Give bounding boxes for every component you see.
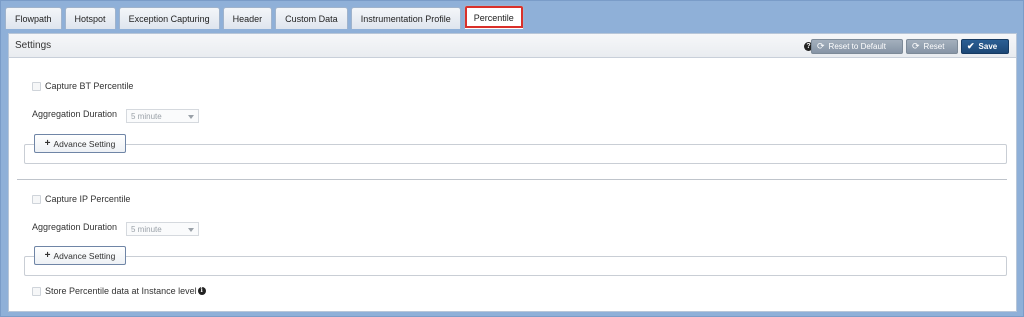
- check-icon: ✔: [967, 41, 975, 51]
- bt-aggregation-select[interactable]: 5 minute: [126, 109, 199, 123]
- bt-advance-setting-button[interactable]: + Advance Setting: [34, 134, 126, 153]
- app-frame: Flowpath Hotspot Exception Capturing Hea…: [0, 0, 1024, 317]
- bt-advance-label: Advance Setting: [53, 138, 116, 149]
- tab-percentile[interactable]: Percentile: [463, 5, 524, 29]
- ip-aggregation-label: Aggregation Duration: [32, 222, 118, 232]
- save-button[interactable]: ✔ Save: [961, 39, 1009, 54]
- tab-header[interactable]: Header: [222, 7, 273, 29]
- refresh-icon: ⟳: [817, 41, 825, 51]
- capture-ip-label: Capture IP Percentile: [45, 194, 131, 204]
- bt-aggregation-label: Aggregation Duration: [32, 109, 118, 119]
- capture-ip-checkbox[interactable]: [32, 194, 41, 204]
- save-label: Save: [978, 42, 998, 51]
- capture-bt-checkbox[interactable]: [32, 81, 41, 91]
- reset-button[interactable]: ⟳ Reset: [906, 39, 958, 54]
- panel-title: Settings: [15, 40, 52, 51]
- instance-level-checkbox[interactable]: [32, 286, 41, 296]
- instance-level-label: Store Percentile data at Instance level: [45, 286, 197, 296]
- tab-flowpath[interactable]: Flowpath: [5, 7, 62, 29]
- capture-ip-row: Capture IP Percentile: [32, 194, 130, 204]
- reset-to-default-button[interactable]: ⟳ Reset to Default: [811, 39, 903, 54]
- settings-panel: Settings ? ⟳ Reset to Default ⟳ Reset ✔ …: [8, 33, 1017, 312]
- chevron-down-icon: [188, 228, 194, 232]
- info-icon[interactable]: i: [197, 287, 206, 295]
- tab-hotspot[interactable]: Hotspot: [64, 7, 116, 29]
- ip-advance-fieldset: [24, 256, 1007, 276]
- instance-level-row: Store Percentile data at Instance level …: [32, 286, 206, 296]
- reset-label: Reset: [923, 42, 945, 51]
- reset-to-default-label: Reset to Default: [828, 42, 886, 51]
- plus-icon: +: [44, 250, 51, 261]
- tab-exception-capturing[interactable]: Exception Capturing: [118, 7, 220, 29]
- bt-aggregation-row: Aggregation Duration: [32, 109, 117, 119]
- ip-aggregation-value: 5 minute: [131, 224, 162, 234]
- ip-aggregation-row: Aggregation Duration: [32, 222, 117, 232]
- chevron-down-icon: [188, 115, 194, 119]
- bt-advance-fieldset: [24, 144, 1007, 164]
- tab-custom-data[interactable]: Custom Data: [275, 7, 348, 29]
- ip-advance-setting-button[interactable]: + Advance Setting: [34, 246, 126, 265]
- ip-aggregation-select[interactable]: 5 minute: [126, 222, 199, 236]
- capture-bt-label: Capture BT Percentile: [45, 81, 134, 91]
- refresh-icon: ⟳: [912, 41, 920, 51]
- capture-bt-row: Capture BT Percentile: [32, 81, 133, 91]
- tab-instrumentation-profile[interactable]: Instrumentation Profile: [350, 7, 461, 29]
- plus-icon: +: [44, 138, 51, 149]
- section-divider: [17, 179, 1007, 180]
- tab-bar: Flowpath Hotspot Exception Capturing Hea…: [5, 5, 1019, 29]
- panel-header: Settings ? ⟳ Reset to Default ⟳ Reset ✔ …: [9, 34, 1016, 58]
- ip-advance-label: Advance Setting: [53, 250, 116, 261]
- bt-aggregation-value: 5 minute: [131, 111, 162, 121]
